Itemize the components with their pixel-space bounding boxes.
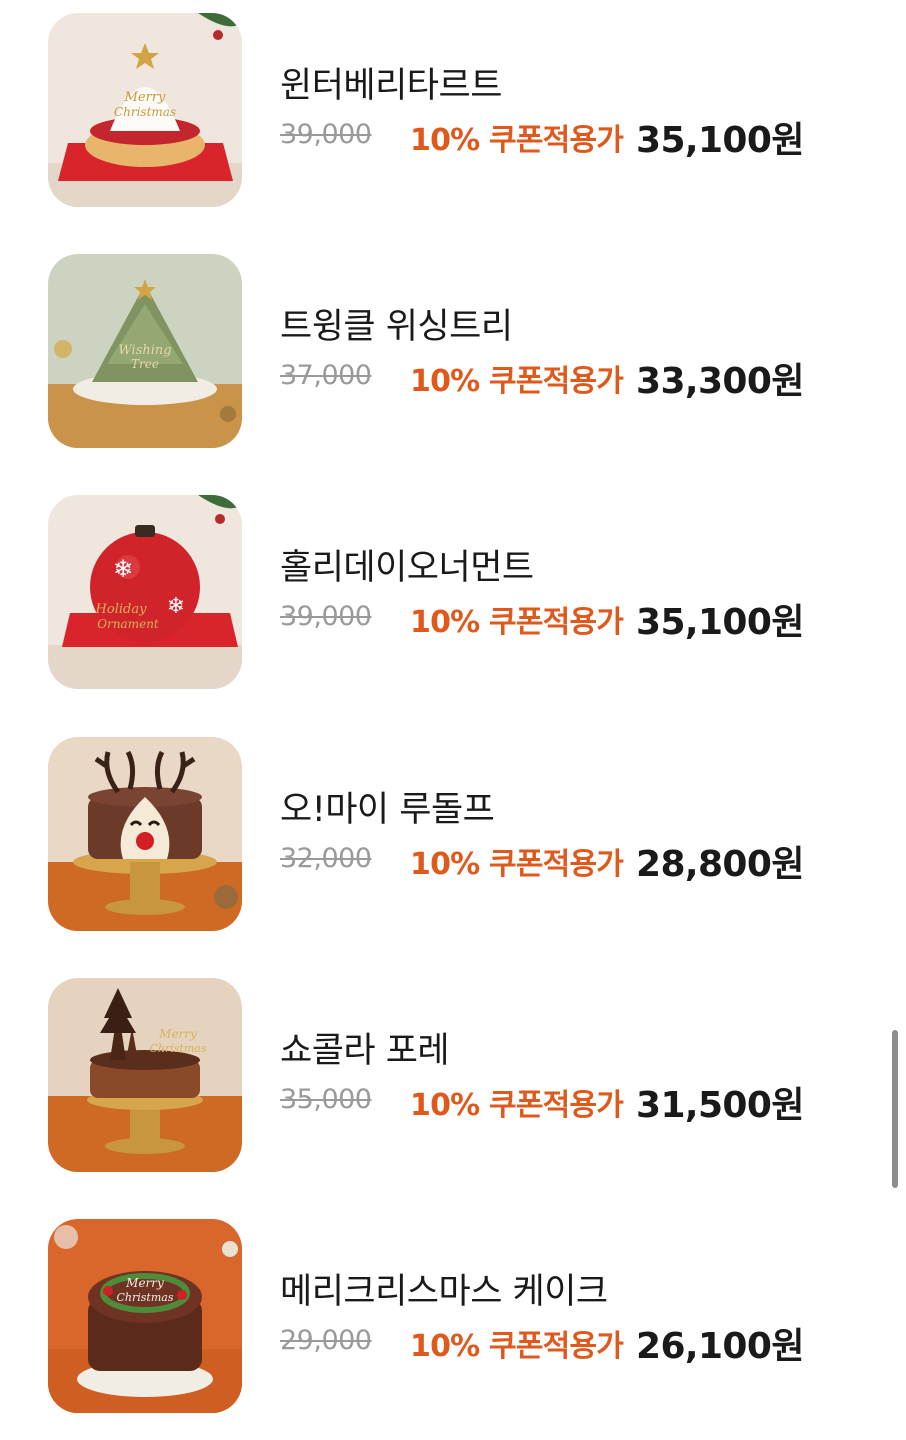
product-name: 홀리데이오너먼트 [280,548,534,588]
product-item-winterberry-tart[interactable]: Merry Christmas 윈터베리타르트 39,000 10% 쿠폰적용가… [48,13,848,207]
product-thumbnail[interactable] [48,737,242,931]
coupon-price-label: 10% 쿠폰적용가 [410,847,624,882]
svg-text:Merry: Merry [124,90,166,105]
product-item-oh-my-rudolph[interactable]: 오!마이 루돌프 32,000 10% 쿠폰적용가 28,800원 [48,737,848,931]
sale-price: 31,500원 [636,1085,804,1126]
svg-text:Ornament: Ornament [97,617,159,631]
merry-christmas-cake-image: Merry Christmas [48,1219,242,1413]
svg-text:Merry: Merry [125,1276,164,1290]
sale-price: 33,300원 [636,361,804,402]
holiday-ornament-cake-image: Holiday Ornament ❄ ❄ [48,495,242,689]
product-thumbnail[interactable]: Merry Christmas [48,978,242,1172]
svg-text:❄: ❄ [113,555,133,583]
product-item-twinkle-wishing-tree[interactable]: Wishing Tree 트윙클 위싱트리 37,000 10% 쿠폰적용가 3… [48,254,848,448]
rudolph-cake-image [48,737,242,931]
svg-text:❄: ❄ [167,594,185,619]
svg-text:Christmas: Christmas [117,1291,174,1304]
svg-text:Holiday: Holiday [95,602,148,617]
original-price: 39,000 [280,119,372,150]
chocolat-foret-cake-image: Merry Christmas [48,978,242,1172]
product-item-holiday-ornament[interactable]: Holiday Ornament ❄ ❄ 홀리데이오너먼트 39,000 10%… [48,495,848,689]
svg-text:Tree: Tree [131,357,159,371]
svg-text:Christmas: Christmas [114,105,176,119]
product-name: 쇼콜라 포레 [280,1031,450,1071]
sale-price: 35,100원 [636,602,804,643]
product-item-merry-christmas-cake[interactable]: Merry Christmas 메리크리스마스 케이크 29,000 10% 쿠… [48,1219,848,1413]
original-price: 37,000 [280,360,372,391]
original-price: 35,000 [280,1084,372,1115]
sale-price: 26,100원 [636,1326,804,1367]
winterberry-tart-image: Merry Christmas [48,13,242,207]
product-thumbnail[interactable]: Wishing Tree [48,254,242,448]
coupon-price-label: 10% 쿠폰적용가 [410,364,624,399]
product-name: 트윙클 위싱트리 [280,307,513,347]
vertical-scrollbar[interactable] [892,1030,898,1188]
original-price: 29,000 [280,1325,372,1356]
original-price: 39,000 [280,601,372,632]
coupon-price-label: 10% 쿠폰적용가 [410,1088,624,1123]
coupon-price-label: 10% 쿠폰적용가 [410,605,624,640]
wishing-tree-cake-image: Wishing Tree [48,254,242,448]
original-price: 32,000 [280,843,372,874]
sale-price: 28,800원 [636,844,804,885]
product-item-chocolat-foret[interactable]: Merry Christmas 쇼콜라 포레 35,000 10% 쿠폰적용가 … [48,978,848,1172]
svg-text:Christmas: Christmas [150,1042,207,1055]
svg-text:Merry: Merry [158,1027,197,1041]
product-thumbnail[interactable]: Merry Christmas [48,13,242,207]
product-thumbnail[interactable]: Holiday Ornament ❄ ❄ [48,495,242,689]
sale-price: 35,100원 [636,120,804,161]
product-thumbnail[interactable]: Merry Christmas [48,1219,242,1413]
coupon-price-label: 10% 쿠폰적용가 [410,1329,624,1364]
product-name: 메리크리스마스 케이크 [280,1272,608,1312]
svg-text:Wishing: Wishing [118,343,171,358]
product-name: 오!마이 루돌프 [280,790,495,830]
product-name: 윈터베리타르트 [280,66,502,106]
coupon-price-label: 10% 쿠폰적용가 [410,123,624,158]
